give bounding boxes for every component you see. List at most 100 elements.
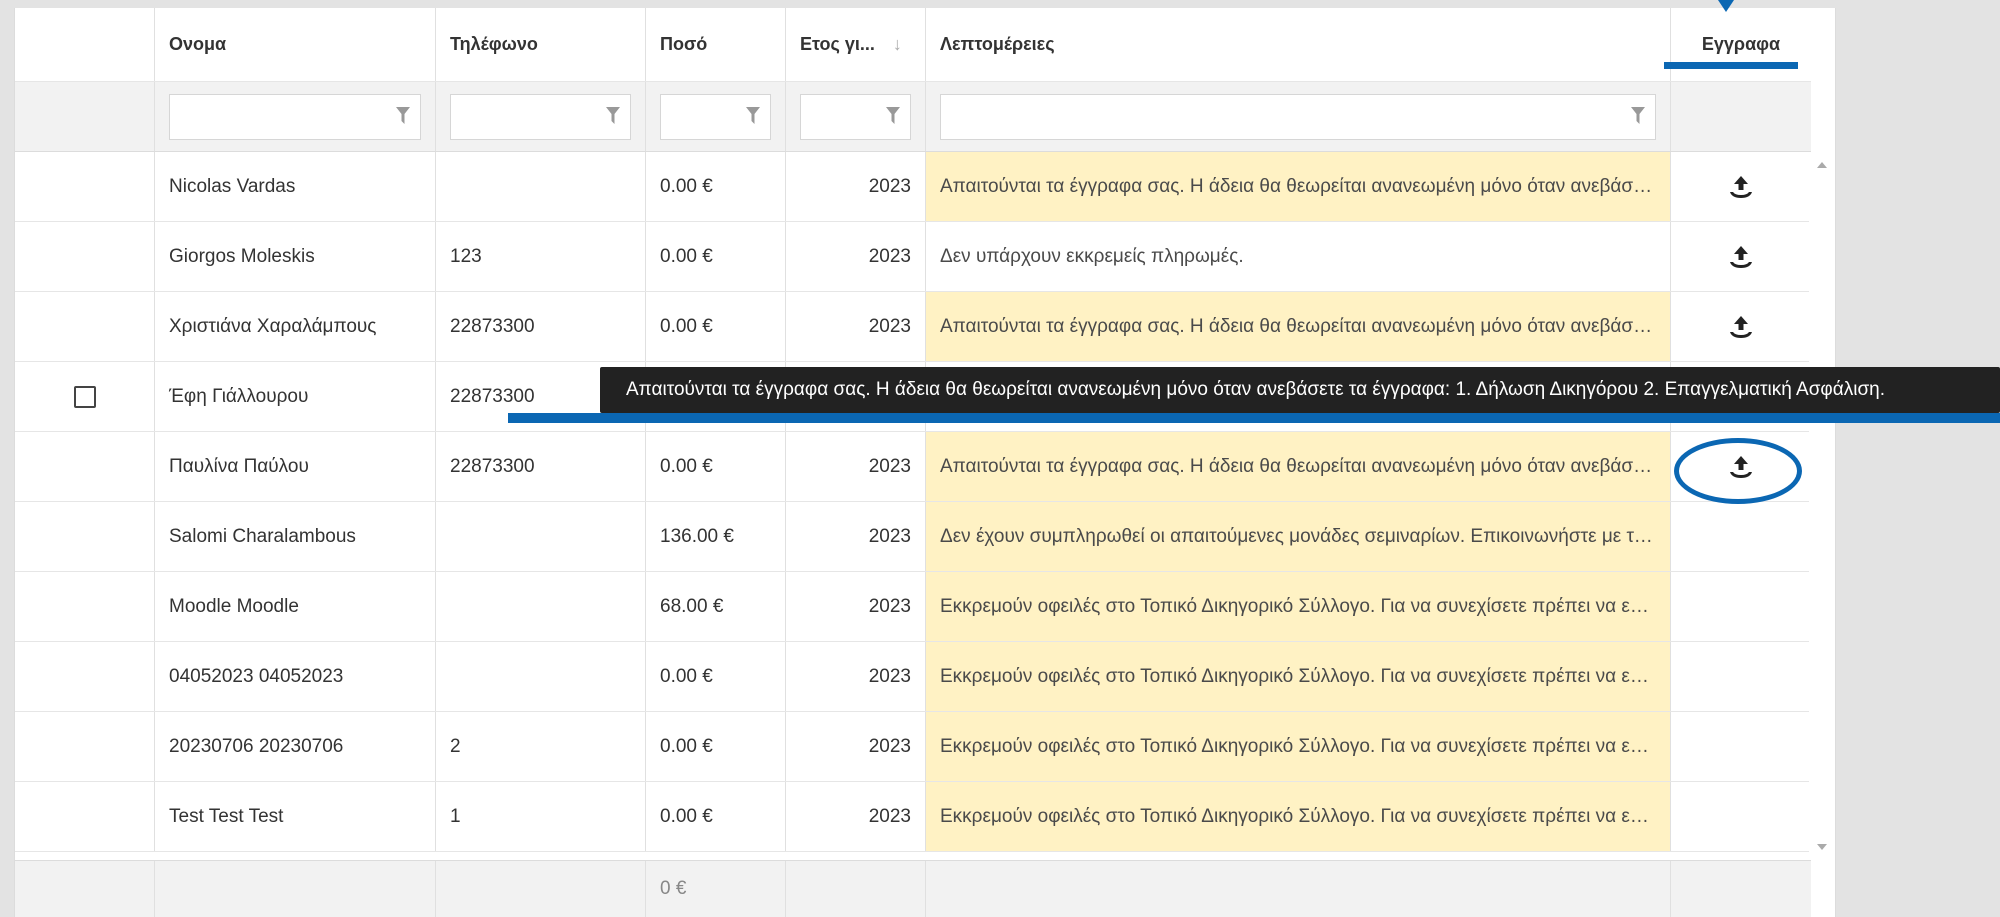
- details-text: Απαιτούνται τα έγγραφα σας. Η άδεια θα θ…: [940, 455, 1656, 477]
- row-select[interactable]: [15, 712, 155, 781]
- header-details[interactable]: Λεπτομέρειες: [926, 8, 1671, 81]
- cell-amount: 68.00 €: [646, 572, 786, 641]
- details-text: Εκκρεμούν οφειλές στο Τοπικό Δικηγορικό …: [940, 735, 1656, 757]
- cell-phone: [436, 642, 646, 711]
- row-select[interactable]: [15, 362, 155, 431]
- table-row[interactable]: Παυλίνα Παύλου 22873300 0.00 € 2023 Απαι…: [15, 432, 1811, 502]
- cell-amount: 0.00 €: [646, 222, 786, 291]
- members-data-grid: Ονομα Τηλέφωνο Ποσό Ετος γι... ↓ Λεπτομέ…: [14, 8, 1836, 917]
- cell-phone: 123: [436, 222, 646, 291]
- cell-amount: 0.00 €: [646, 782, 786, 851]
- table-row[interactable]: Test Test Test 1 0.00 € 2023 Εκκρεμούν ο…: [15, 782, 1811, 852]
- cell-name: Moodle Moodle: [155, 572, 436, 641]
- cell-phone: 1: [436, 782, 646, 851]
- cell-name: Χριστιάνα Χαραλάμπους: [155, 292, 436, 361]
- filter-year-input[interactable]: [800, 93, 911, 140]
- row-select[interactable]: [15, 642, 155, 711]
- cell-documents: [1671, 222, 1811, 291]
- cell-details: Απαιτούνται τα έγγραφα σας. Η άδεια θα θ…: [926, 292, 1671, 361]
- cell-details: Εκκρεμούν οφειλές στο Τοπικό Δικηγορικό …: [926, 642, 1671, 711]
- cell-details: Απαιτούνται τα έγγραφα σας. Η άδεια θα θ…: [926, 152, 1671, 221]
- filter-phone-input[interactable]: [450, 93, 631, 140]
- upload-icon[interactable]: [1729, 314, 1753, 340]
- upload-icon[interactable]: [1729, 244, 1753, 270]
- filter-amount-input[interactable]: [660, 93, 771, 140]
- header-amount[interactable]: Ποσό: [646, 8, 786, 81]
- header-year[interactable]: Ετος γι... ↓: [786, 8, 926, 81]
- cell-details: Εκκρεμούν οφειλές στο Τοπικό Δικηγορικό …: [926, 712, 1671, 781]
- footer-cell: [786, 861, 926, 917]
- cell-documents: [1671, 502, 1811, 571]
- cell-amount: 0.00 €: [646, 432, 786, 501]
- filter-name-input[interactable]: [169, 93, 421, 140]
- details-text: Απαιτούνται τα έγγραφα σας. Η άδεια θα θ…: [940, 315, 1656, 337]
- filter-icon[interactable]: [396, 106, 410, 125]
- footer-cell: [1671, 861, 1811, 917]
- cell-name: Παυλίνα Παύλου: [155, 432, 436, 501]
- header-documents[interactable]: Εγγραφα: [1671, 8, 1811, 81]
- filter-details-cell: [926, 82, 1671, 151]
- row-select[interactable]: [15, 782, 155, 851]
- filter-name-cell: [155, 82, 436, 151]
- footer-cell: [926, 861, 1671, 917]
- upload-icon[interactable]: [1729, 174, 1753, 200]
- table-row[interactable]: Nicolas Vardas 0.00 € 2023 Απαιτούνται τ…: [15, 152, 1811, 222]
- cell-year: 2023: [786, 782, 926, 851]
- cell-name: Έφη Γιάλλουρου: [155, 362, 436, 431]
- filter-icon[interactable]: [746, 106, 760, 125]
- sort-desc-icon: ↓: [892, 34, 902, 54]
- cell-documents: [1671, 642, 1811, 711]
- cell-phone: 22873300: [436, 432, 646, 501]
- cell-amount: 0.00 €: [646, 712, 786, 781]
- scroll-down-icon[interactable]: [1817, 844, 1827, 850]
- row-checkbox[interactable]: [73, 385, 96, 408]
- footer-amount-total: 0 €: [646, 861, 786, 917]
- annotation-header-underline: [1664, 62, 1798, 69]
- details-text: Εκκρεμούν οφειλές στο Τοπικό Δικηγορικό …: [940, 595, 1656, 617]
- cell-amount: 0.00 €: [646, 152, 786, 221]
- table-row[interactable]: 20230706 20230706 2 0.00 € 2023 Εκκρεμού…: [15, 712, 1811, 782]
- details-text: Εκκρεμούν οφειλές στο Τοπικό Δικηγορικό …: [940, 805, 1656, 827]
- filter-amount-cell: [646, 82, 786, 151]
- details-tooltip: Απαιτούνται τα έγγραφα σας. Η άδεια θα θ…: [600, 367, 2000, 413]
- cell-details: Δεν έχουν συμπληρωθεί οι απαιτούμενες μο…: [926, 502, 1671, 571]
- row-select[interactable]: [15, 292, 155, 361]
- filter-icon[interactable]: [606, 106, 620, 125]
- annotation-upload-highlight: [1674, 438, 1802, 504]
- header-phone[interactable]: Τηλέφωνο: [436, 8, 646, 81]
- cell-year: 2023: [786, 292, 926, 361]
- cell-name: Test Test Test: [155, 782, 436, 851]
- filter-icon[interactable]: [1631, 106, 1645, 125]
- table-row[interactable]: Giorgos Moleskis 123 0.00 € 2023 Δεν υπά…: [15, 222, 1811, 292]
- row-select[interactable]: [15, 432, 155, 501]
- table-row[interactable]: Moodle Moodle 68.00 € 2023 Εκκρεμούν οφε…: [15, 572, 1811, 642]
- cell-details: Εκκρεμούν οφειλές στο Τοπικό Δικηγορικό …: [926, 572, 1671, 641]
- row-select[interactable]: [15, 222, 155, 291]
- annotation-pointer: [1718, 0, 1734, 12]
- header-name[interactable]: Ονομα: [155, 8, 436, 81]
- grid-body: Nicolas Vardas 0.00 € 2023 Απαιτούνται τ…: [15, 152, 1811, 860]
- row-select[interactable]: [15, 502, 155, 571]
- table-row[interactable]: Salomi Charalambous 136.00 € 2023 Δεν έχ…: [15, 502, 1811, 572]
- header-select: [15, 8, 155, 81]
- row-select[interactable]: [15, 572, 155, 641]
- cell-name: 20230706 20230706: [155, 712, 436, 781]
- vertical-scrollbar[interactable]: [1809, 152, 1835, 860]
- details-text: Δεν υπάρχουν εκκρεμείς πληρωμές.: [940, 245, 1244, 267]
- grid-footer: 0 €: [15, 860, 1811, 917]
- filter-details-input[interactable]: [940, 93, 1656, 140]
- scroll-up-icon[interactable]: [1817, 162, 1827, 168]
- footer-cell: [15, 861, 155, 917]
- filter-row: [15, 82, 1811, 152]
- row-select[interactable]: [15, 152, 155, 221]
- details-text: Δεν έχουν συμπληρωθεί οι απαιτούμενες μο…: [940, 525, 1656, 547]
- filter-phone-cell: [436, 82, 646, 151]
- cell-documents: [1671, 572, 1811, 641]
- filter-icon[interactable]: [886, 106, 900, 125]
- table-row[interactable]: 04052023 04052023 0.00 € 2023 Εκκρεμούν …: [15, 642, 1811, 712]
- cell-details: Δεν υπάρχουν εκκρεμείς πληρωμές.: [926, 222, 1671, 291]
- cell-documents: [1671, 292, 1811, 361]
- cell-year: 2023: [786, 222, 926, 291]
- table-row[interactable]: Χριστιάνα Χαραλάμπους 22873300 0.00 € 20…: [15, 292, 1811, 362]
- filter-year-cell: [786, 82, 926, 151]
